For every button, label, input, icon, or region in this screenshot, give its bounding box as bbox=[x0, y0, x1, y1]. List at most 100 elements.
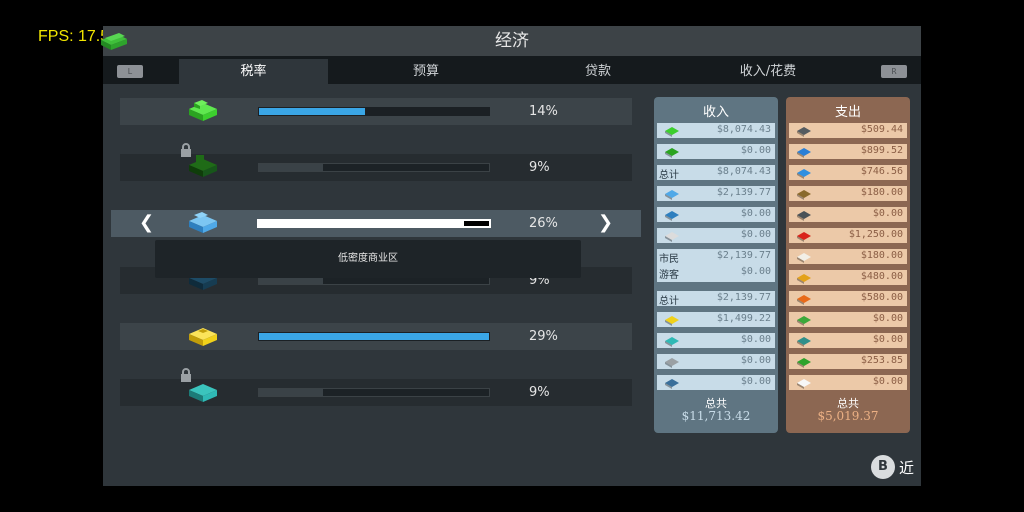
expense-line-value: $253.85 bbox=[860, 355, 903, 366]
income-line: $0.00 bbox=[657, 375, 775, 390]
public-transport-icon bbox=[795, 333, 813, 348]
left-bumper-hint[interactable]: L bbox=[117, 65, 143, 78]
income-line: $0.00 bbox=[657, 228, 775, 243]
income-line-value: $0.00 bbox=[740, 376, 771, 387]
income-line-value: $1,499.22 bbox=[716, 313, 771, 324]
tab-bar: L 税率 预算 贷款 收入/花费 R bbox=[103, 56, 921, 84]
income-line-value: $8,074.43 bbox=[716, 166, 771, 177]
health-icon bbox=[795, 228, 813, 243]
tab-tax-rates[interactable]: 税率 bbox=[179, 59, 328, 84]
expense-line-value: $180.00 bbox=[860, 187, 903, 198]
expense-line: $509.44 bbox=[789, 123, 907, 138]
expense-line: $580.00 bbox=[789, 291, 907, 306]
tax-percent: 26% bbox=[529, 216, 558, 231]
window-title: 经济 bbox=[495, 31, 529, 51]
expense-line: $480.00 bbox=[789, 270, 907, 285]
slider-fill bbox=[259, 164, 324, 171]
income-line: 市民 $2,139.77 游客 $0.00 bbox=[657, 249, 775, 282]
zone-tooltip: 低密度商业区 bbox=[155, 240, 581, 278]
policy-icon bbox=[795, 375, 813, 390]
tax-slider-commercial-low[interactable] bbox=[257, 219, 491, 228]
b-button-icon[interactable]: B bbox=[871, 455, 895, 479]
park-icon bbox=[795, 312, 813, 327]
income-line-value: $2,139.77 bbox=[716, 250, 771, 261]
expense-line-value: $480.00 bbox=[860, 271, 903, 282]
right-bumper-hint[interactable]: R bbox=[881, 65, 907, 78]
loan-icon bbox=[795, 354, 813, 369]
tax-slider-residential-high[interactable] bbox=[258, 163, 490, 172]
expense-line-value: $180.00 bbox=[860, 250, 903, 261]
income-line: 总计 $8,074.43 bbox=[657, 165, 775, 181]
tax-percent: 14% bbox=[529, 104, 558, 119]
income-line-value: $2,139.77 bbox=[716, 292, 771, 303]
income-line-value: $0.00 bbox=[740, 145, 771, 156]
increase-arrow-icon[interactable]: ❯ bbox=[598, 212, 613, 233]
expense-line-value: $580.00 bbox=[860, 292, 903, 303]
electricity-icon bbox=[795, 144, 813, 159]
expense-line-value: $0.00 bbox=[872, 208, 903, 219]
income-line: $0.00 bbox=[657, 207, 775, 222]
income-line-label: 总计 bbox=[659, 296, 679, 307]
expense-line: $180.00 bbox=[789, 249, 907, 264]
income-line: $2,139.77 bbox=[657, 186, 775, 201]
transport-icon bbox=[663, 354, 681, 369]
income-line-label: 总计 bbox=[659, 170, 679, 181]
tax-row-residential-high[interactable]: 9% bbox=[120, 143, 632, 181]
decrease-arrow-icon[interactable]: ❮ bbox=[139, 212, 154, 233]
economy-window: 经济 L 税率 预算 贷款 收入/花费 R 14% 9% ❮ 26% ❯ 9% … bbox=[101, 26, 921, 486]
expense-line: $1,250.00 bbox=[789, 228, 907, 243]
expense-line-value: $0.00 bbox=[872, 313, 903, 324]
tax-percent: 9% bbox=[529, 160, 550, 175]
income-line-value: $0.00 bbox=[740, 355, 771, 366]
slider-fill bbox=[259, 277, 324, 284]
tab-loans[interactable]: 贷款 bbox=[523, 59, 673, 84]
garbage-icon bbox=[795, 186, 813, 201]
title-bar: 经济 bbox=[101, 26, 921, 56]
close-label[interactable]: 近 bbox=[899, 457, 914, 478]
police-icon bbox=[795, 270, 813, 285]
tab-income-expenses[interactable]: 收入/花费 bbox=[693, 59, 843, 84]
slider-fill bbox=[259, 108, 365, 115]
income-line: $8,074.43 bbox=[657, 123, 775, 138]
expense-panel: 支出 $509.44 $899.52 $746.56 $180.00 $0.00 $1,2… bbox=[786, 97, 910, 433]
expense-line-value: $746.56 bbox=[860, 166, 903, 177]
expense-line: $253.85 bbox=[789, 354, 907, 369]
tax-row-commercial-low[interactable]: ❮ 26% ❯ bbox=[111, 210, 641, 237]
expense-line-value: $509.44 bbox=[860, 124, 903, 135]
bus-icon bbox=[663, 375, 681, 390]
industrial-icon bbox=[663, 312, 681, 327]
road-icon bbox=[795, 123, 813, 138]
tax-percent: 29% bbox=[529, 329, 558, 344]
tax-row-residential-low[interactable]: 14% bbox=[120, 98, 632, 125]
tax-slider-residential-low[interactable] bbox=[258, 107, 490, 116]
tab-budget[interactable]: 预算 bbox=[353, 59, 499, 84]
monument-icon bbox=[795, 207, 813, 222]
commercial-high-icon bbox=[663, 207, 681, 222]
expense-line-value: $899.52 bbox=[860, 145, 903, 156]
income-line: $0.00 bbox=[657, 354, 775, 369]
expense-line-value: $0.00 bbox=[872, 334, 903, 345]
industrial-icon bbox=[189, 328, 217, 346]
tax-row-office[interactable]: 9% bbox=[120, 368, 632, 406]
tax-slider-industrial[interactable] bbox=[258, 332, 490, 341]
fire-icon bbox=[795, 291, 813, 306]
slider-fill bbox=[259, 389, 324, 396]
water-icon bbox=[795, 165, 813, 180]
commercial-low-icon bbox=[189, 212, 217, 233]
income-total-value: $11,713.42 bbox=[681, 409, 751, 423]
income-line-value: $0.00 bbox=[740, 334, 771, 345]
commercial-low-icon bbox=[663, 186, 681, 201]
income-title: 收入 bbox=[702, 105, 729, 120]
income-line: $0.00 bbox=[657, 333, 775, 348]
tax-rate-list: 14% 9% ❮ 26% ❯ 9% 低密度商业区 29% 9% bbox=[103, 84, 643, 486]
education-icon bbox=[795, 249, 813, 264]
tax-slider-office[interactable] bbox=[258, 388, 490, 397]
expense-total-value: $5,019.37 bbox=[817, 409, 879, 423]
income-line: $1,499.22 bbox=[657, 312, 775, 327]
residential-low-icon bbox=[663, 123, 681, 138]
expense-line: $0.00 bbox=[789, 207, 907, 222]
income-line-value: $0.00 bbox=[740, 229, 771, 240]
tax-row-industrial[interactable]: 29% bbox=[120, 323, 632, 350]
income-line-label: 游客 bbox=[659, 270, 679, 281]
expense-line-value: $0.00 bbox=[872, 376, 903, 387]
